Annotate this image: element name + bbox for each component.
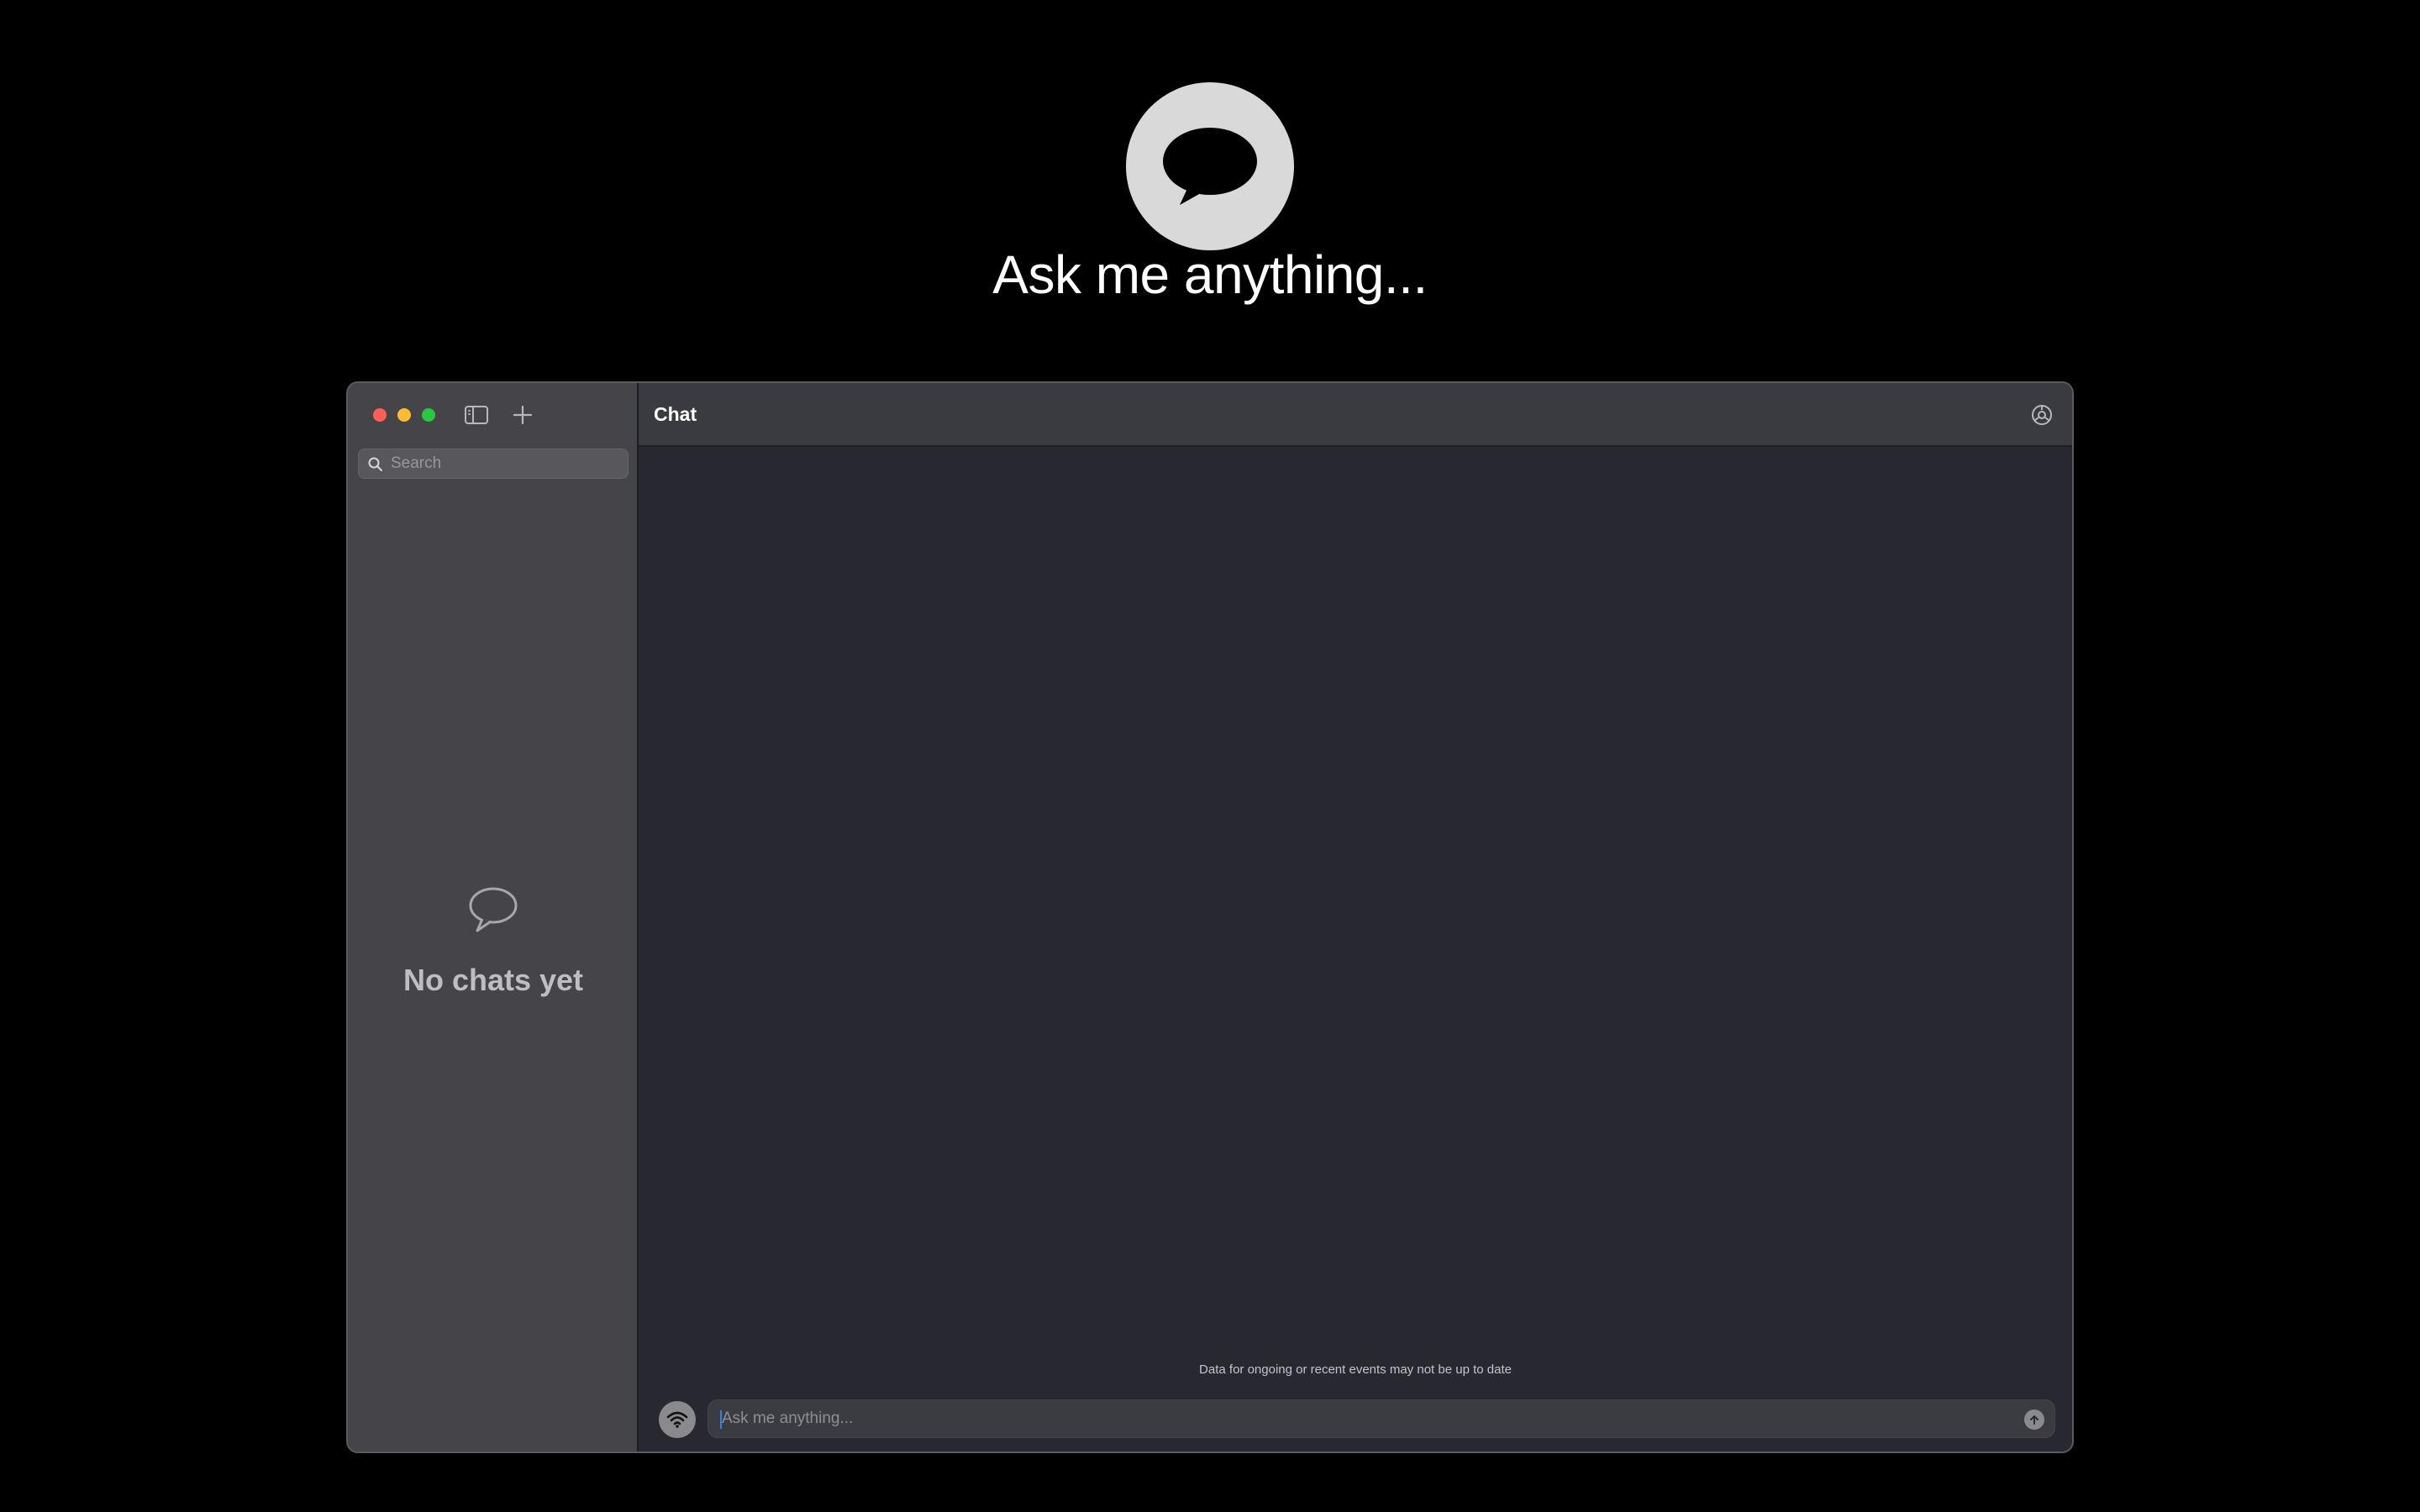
hero-title: Ask me anything... <box>992 244 1428 305</box>
plus-icon <box>513 405 533 425</box>
speech-bubble-outline-icon <box>469 887 518 932</box>
search-icon <box>368 457 382 471</box>
window-close-button[interactable] <box>373 408 387 422</box>
message-input[interactable] <box>720 1400 2014 1437</box>
settings-icon <box>2032 405 2052 425</box>
new-chat-button[interactable] <box>511 403 534 427</box>
window-zoom-button[interactable] <box>422 408 435 422</box>
window-minimize-button[interactable] <box>397 408 411 422</box>
app-logo <box>1126 82 1294 250</box>
toggle-sidebar-button[interactable] <box>464 405 489 425</box>
search-input[interactable] <box>389 449 624 478</box>
disclaimer-text: Data for ongoing or recent events may no… <box>1199 1362 1512 1377</box>
speech-bubble-icon <box>1163 128 1257 205</box>
chat-panel: Chat Data for ongoing or recent events m… <box>639 383 2072 1452</box>
message-composer[interactable] <box>708 1399 2055 1438</box>
sidebar-toggle-icon <box>465 406 488 424</box>
send-arrow-icon <box>2030 1415 2039 1425</box>
settings-button[interactable] <box>2030 403 2054 427</box>
empty-state-text: No chats yet <box>402 963 584 997</box>
send-button[interactable] <box>2024 1410 2044 1430</box>
search-field[interactable] <box>358 449 629 479</box>
sidebar: No chats yet <box>348 383 639 1452</box>
chat-header: Chat <box>639 383 2072 447</box>
wifi-icon <box>666 1411 688 1428</box>
app-window: No chats yet Chat Data for ongoing or re… <box>346 381 2074 1453</box>
web-search-toggle-button[interactable] <box>659 1401 696 1438</box>
page-title: Chat <box>654 403 697 425</box>
